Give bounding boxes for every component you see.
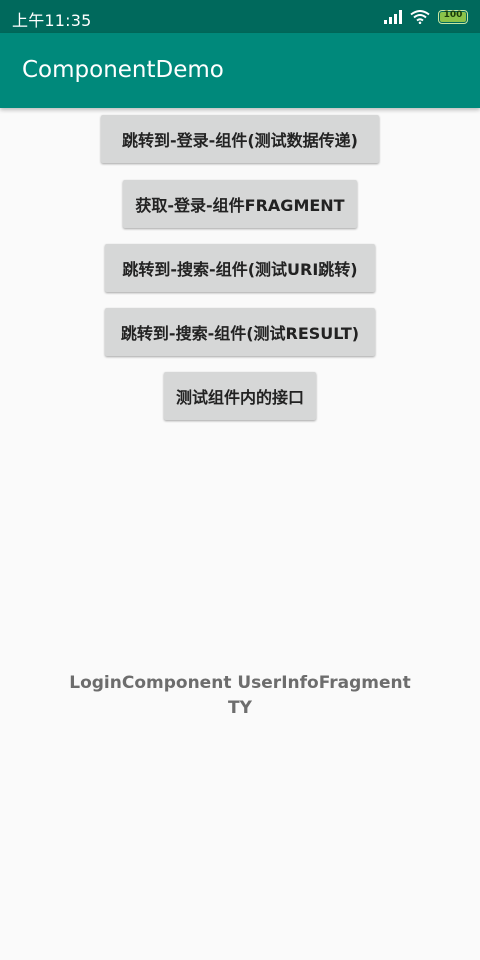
app-bar: ComponentDemo xyxy=(0,33,480,108)
jump-to-login-component-button[interactable]: 跳转到-登录-组件(测试数据传递) xyxy=(101,115,379,163)
fragment-user-text: TY xyxy=(228,698,252,718)
battery-level-text: 100 xyxy=(443,10,463,20)
signal-icon xyxy=(384,10,402,24)
get-login-fragment-button[interactable]: 获取-登录-组件FRAGMENT xyxy=(123,180,357,228)
status-bar: 上午11:35 100 xyxy=(0,0,480,33)
app-title: ComponentDemo xyxy=(22,57,224,83)
jump-to-search-uri-button[interactable]: 跳转到-搜索-组件(测试URI跳转) xyxy=(105,244,375,292)
fragment-info-text: LoginComponent UserInfoFragment xyxy=(69,673,411,693)
battery-icon: 100 xyxy=(438,10,468,24)
main-content: 跳转到-登录-组件(测试数据传递) 获取-登录-组件FRAGMENT 跳转到-搜… xyxy=(0,108,480,960)
jump-to-search-result-button[interactable]: 跳转到-搜索-组件(测试RESULT) xyxy=(105,308,375,356)
wifi-icon xyxy=(410,10,430,24)
status-time: 上午11:35 xyxy=(12,11,92,30)
test-component-interface-button[interactable]: 测试组件内的接口 xyxy=(164,372,316,420)
status-icons: 100 xyxy=(384,8,468,26)
